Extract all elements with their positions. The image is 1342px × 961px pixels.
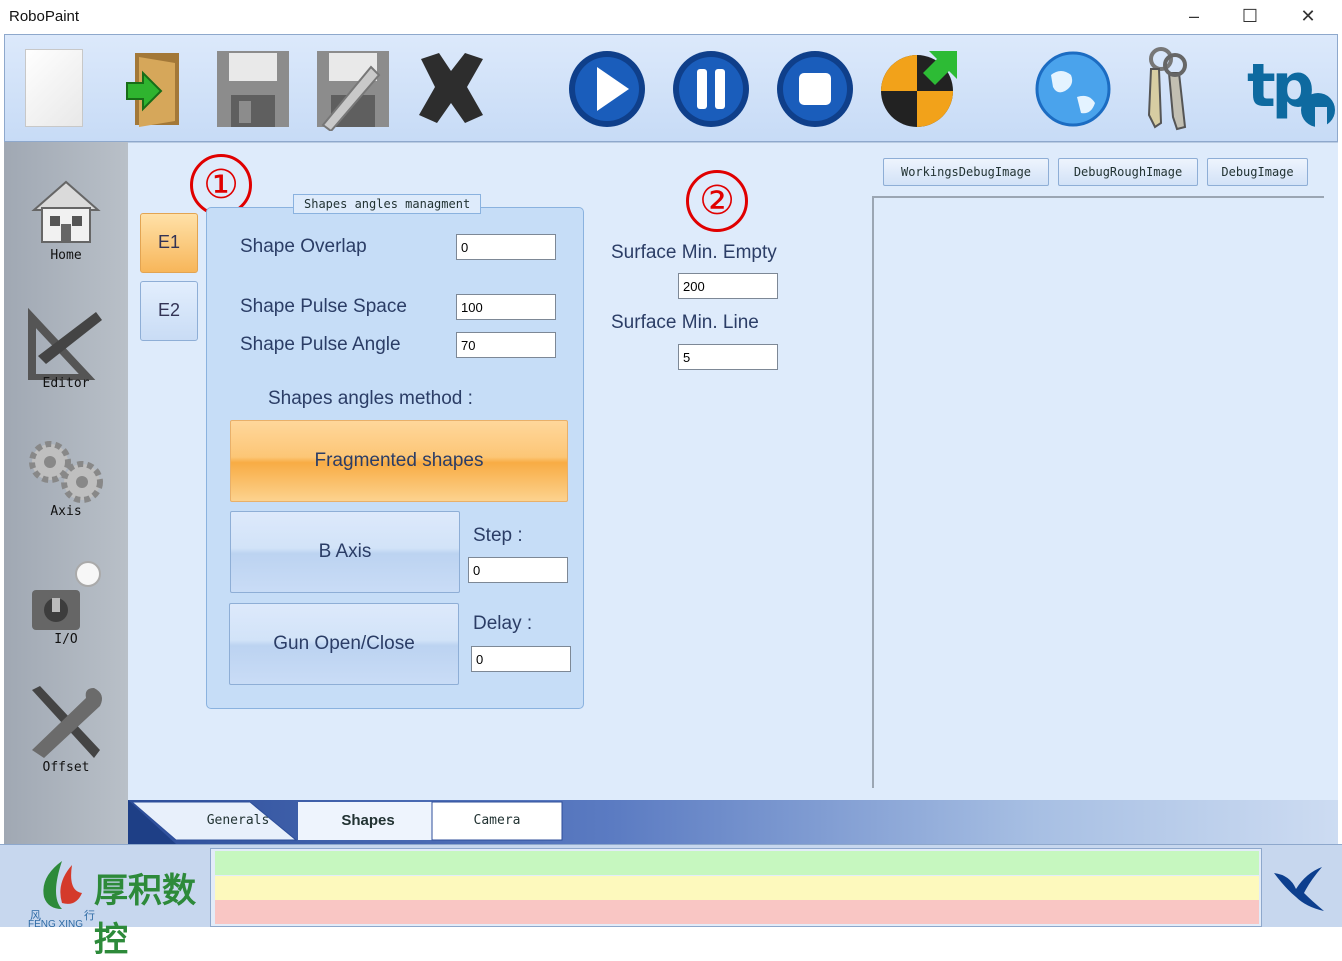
title-bar: RoboPaint – ☐ ✕ <box>0 0 1342 34</box>
annotation-2: ② <box>686 170 748 232</box>
nav-offset-label: Offset <box>42 760 90 775</box>
play-icon[interactable] <box>565 45 649 131</box>
tools-icon <box>32 686 102 758</box>
shape-overlap-input[interactable] <box>456 234 556 260</box>
nav-offset[interactable]: Offset <box>4 684 128 804</box>
surface-min-empty-input[interactable] <box>678 273 778 299</box>
debug-image-button[interactable]: DebugImage <box>1207 158 1308 186</box>
bird-icon[interactable] <box>1270 863 1326 913</box>
debug-image-pane <box>872 196 1324 788</box>
tab-e1[interactable]: E1 <box>140 213 198 273</box>
home-icon <box>31 180 101 243</box>
left-nav: Home Editor Axis I/O Offset <box>4 142 128 844</box>
fengxing-logo-icon <box>43 861 82 909</box>
window-title: RoboPaint <box>9 8 80 25</box>
calibration-icon[interactable] <box>877 45 961 131</box>
fengxing-logo-text: 厚积数控 <box>94 871 196 960</box>
debug-rough-image-button[interactable]: DebugRoughImage <box>1058 158 1198 186</box>
step-label: Step : <box>473 525 523 546</box>
new-document-icon[interactable] <box>23 45 85 131</box>
shape-pulse-angle-input[interactable] <box>456 332 556 358</box>
tpa-logo: tp <box>1243 45 1335 131</box>
delete-icon[interactable] <box>409 45 493 131</box>
nav-axis-label: Axis <box>50 504 82 519</box>
open-folder-icon[interactable] <box>117 45 187 131</box>
nav-editor-label: Editor <box>42 376 90 391</box>
bottom-tab-bar: Generals Shapes Camera <box>128 800 1338 844</box>
nav-axis[interactable]: Axis <box>4 428 128 548</box>
tab-camera[interactable]: Camera <box>434 801 560 841</box>
minimize-button[interactable]: – <box>1176 4 1212 28</box>
workings-debug-image-button[interactable]: WorkingsDebugImage <box>883 158 1049 186</box>
io-icon <box>32 561 101 630</box>
shape-overlap-label: Shape Overlap <box>240 236 367 257</box>
save-as-icon[interactable] <box>311 45 395 133</box>
tab-generals[interactable]: Generals <box>198 801 278 841</box>
tab-e2[interactable]: E2 <box>140 281 198 341</box>
tab-shapes[interactable]: Shapes <box>308 801 428 841</box>
shape-pulse-space-label: Shape Pulse Space <box>240 296 407 317</box>
fengxing-sub-right: 行 <box>84 910 95 922</box>
delay-input[interactable] <box>471 646 571 672</box>
nav-home-label: Home <box>50 248 82 263</box>
keys-icon[interactable] <box>1131 45 1211 131</box>
globe-icon[interactable] <box>1031 45 1115 131</box>
shape-pulse-space-input[interactable] <box>456 294 556 320</box>
status-bars <box>210 848 1262 927</box>
shape-pulse-angle-label: Shape Pulse Angle <box>240 334 401 355</box>
save-icon[interactable] <box>213 45 293 131</box>
delay-label: Delay : <box>473 613 533 634</box>
status-bar-red <box>215 900 1259 924</box>
shapes-group-title: Shapes angles managment <box>293 194 482 214</box>
close-button[interactable]: ✕ <box>1290 4 1326 28</box>
surface-min-line-label: Surface Min. Line <box>611 312 759 333</box>
nav-editor[interactable]: Editor <box>4 300 128 420</box>
fragmented-shapes-button[interactable]: Fragmented shapes <box>230 420 568 502</box>
gun-open-close-button[interactable]: Gun Open/Close <box>229 603 459 685</box>
b-axis-button[interactable]: B Axis <box>230 511 460 593</box>
editor-icon <box>28 308 102 380</box>
step-input[interactable] <box>468 557 568 583</box>
status-bar-green <box>215 851 1259 875</box>
gears-icon <box>29 441 103 503</box>
nav-io-label: I/O <box>54 632 78 647</box>
stop-icon[interactable] <box>773 45 857 131</box>
fengxing-sub-en: FENG XING <box>28 919 84 930</box>
status-bar-yellow <box>215 876 1259 900</box>
nav-home[interactable]: Home <box>4 172 128 292</box>
maximize-button[interactable]: ☐ <box>1232 4 1268 28</box>
nav-io[interactable]: I/O <box>4 556 128 676</box>
surface-min-line-input[interactable] <box>678 344 778 370</box>
fengxing-logo: 厚积数控 风 行 FENG XING <box>24 849 204 960</box>
shapes-method-label: Shapes angles method : <box>268 388 473 409</box>
pause-icon[interactable] <box>669 45 753 131</box>
surface-min-empty-label: Surface Min. Empty <box>611 242 777 263</box>
toolbar: tp <box>4 34 1338 142</box>
